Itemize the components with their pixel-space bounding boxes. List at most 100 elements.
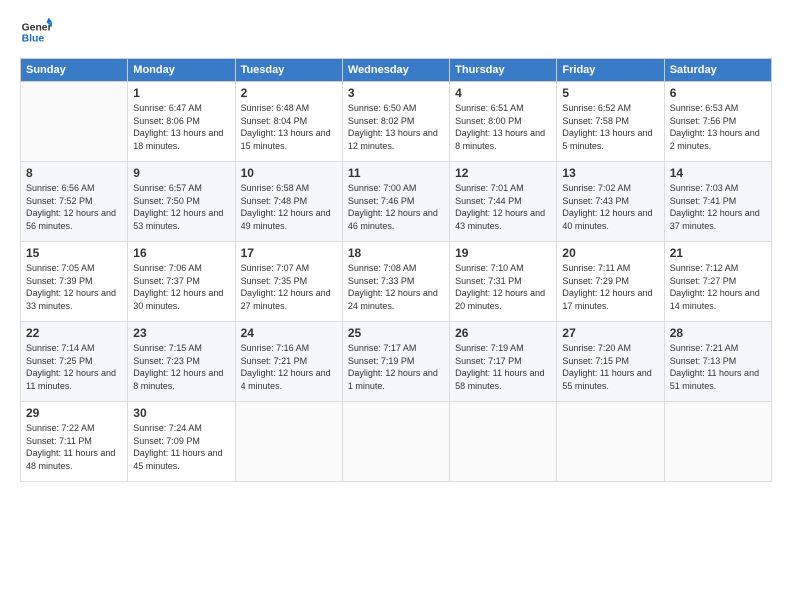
header: General Blue [20, 16, 772, 48]
calendar-cell: 30 Sunrise: 7:24 AMSunset: 7:09 PMDayligh… [128, 402, 235, 482]
day-info: Sunrise: 7:22 AMSunset: 7:11 PMDaylight:… [26, 422, 122, 472]
page: General Blue SundayMondayTuesdayWednesda… [0, 0, 792, 612]
day-number: 3 [348, 86, 444, 100]
calendar-cell: 13 Sunrise: 7:02 AMSunset: 7:43 PMDayligh… [557, 162, 664, 242]
day-info: Sunrise: 7:19 AMSunset: 7:17 PMDaylight:… [455, 342, 551, 392]
day-info: Sunrise: 7:06 AMSunset: 7:37 PMDaylight:… [133, 262, 229, 312]
day-info: Sunrise: 7:16 AMSunset: 7:21 PMDaylight:… [241, 342, 337, 392]
day-number: 12 [455, 166, 551, 180]
day-info: Sunrise: 7:17 AMSunset: 7:19 PMDaylight:… [348, 342, 444, 392]
calendar-cell: 19Sunrise: 7:10 AMSunset: 7:31 PMDayligh… [450, 242, 557, 322]
calendar-table: SundayMondayTuesdayWednesdayThursdayFrid… [20, 58, 772, 482]
day-info: Sunrise: 6:58 AMSunset: 7:48 PMDaylight:… [241, 182, 337, 232]
calendar-cell: 29 Sunrise: 7:22 AMSunset: 7:11 PMDayligh… [21, 402, 128, 482]
day-number: 18 [348, 246, 444, 260]
day-info: Sunrise: 7:14 AMSunset: 7:25 PMDaylight:… [26, 342, 122, 392]
column-headers: SundayMondayTuesdayWednesdayThursdayFrid… [21, 59, 772, 82]
day-number: 28 [670, 326, 766, 340]
day-number: 10 [241, 166, 337, 180]
day-info: Sunrise: 7:20 AMSunset: 7:15 PMDaylight:… [562, 342, 658, 392]
calendar-cell: 12 Sunrise: 7:01 AMSunset: 7:44 PMDayligh… [450, 162, 557, 242]
day-number: 27 [562, 326, 658, 340]
day-info: Sunrise: 7:02 AMSunset: 7:43 PMDaylight:… [562, 182, 658, 232]
col-header-sunday: Sunday [21, 59, 128, 82]
calendar-cell: 26 Sunrise: 7:19 AMSunset: 7:17 PMDayligh… [450, 322, 557, 402]
calendar-cell [342, 402, 449, 482]
col-header-friday: Friday [557, 59, 664, 82]
day-info: Sunrise: 7:00 AMSunset: 7:46 PMDaylight:… [348, 182, 444, 232]
calendar-cell: 24Sunrise: 7:16 AMSunset: 7:21 PMDayligh… [235, 322, 342, 402]
calendar-cell: 20 Sunrise: 7:11 AMSunset: 7:29 PMDayligh… [557, 242, 664, 322]
day-info: Sunrise: 6:51 AMSunset: 8:00 PMDaylight:… [455, 102, 551, 152]
day-info: Sunrise: 7:21 AMSunset: 7:13 PMDaylight:… [670, 342, 766, 392]
calendar-cell: 3 Sunrise: 6:50 AMSunset: 8:02 PMDaylight… [342, 82, 449, 162]
calendar-cell: 17Sunrise: 7:07 AMSunset: 7:35 PMDayligh… [235, 242, 342, 322]
day-number: 13 [562, 166, 658, 180]
day-info: Sunrise: 6:56 AMSunset: 7:52 PMDaylight:… [26, 182, 122, 232]
calendar-cell: 21 Sunrise: 7:12 AMSunset: 7:27 PMDayligh… [664, 242, 771, 322]
calendar-cell [450, 402, 557, 482]
day-info: Sunrise: 7:01 AMSunset: 7:44 PMDaylight:… [455, 182, 551, 232]
day-info: Sunrise: 7:12 AMSunset: 7:27 PMDaylight:… [670, 262, 766, 312]
day-number: 20 [562, 246, 658, 260]
day-info: Sunrise: 7:15 AMSunset: 7:23 PMDaylight:… [133, 342, 229, 392]
day-number: 5 [562, 86, 658, 100]
calendar-cell: 11 Sunrise: 7:00 AMSunset: 7:46 PMDayligh… [342, 162, 449, 242]
calendar-body: 1 Sunrise: 6:47 AMSunset: 8:06 PMDaylight… [21, 82, 772, 482]
day-info: Sunrise: 7:24 AMSunset: 7:09 PMDaylight:… [133, 422, 229, 472]
day-info: Sunrise: 6:48 AMSunset: 8:04 PMDaylight:… [241, 102, 337, 152]
day-info: Sunrise: 6:52 AMSunset: 7:58 PMDaylight:… [562, 102, 658, 152]
day-info: Sunrise: 7:05 AMSunset: 7:39 PMDaylight:… [26, 262, 122, 312]
day-number: 30 [133, 406, 229, 420]
calendar-week-2: 8 Sunrise: 6:56 AMSunset: 7:52 PMDaylight… [21, 162, 772, 242]
calendar-cell: 15Sunrise: 7:05 AMSunset: 7:39 PMDayligh… [21, 242, 128, 322]
calendar-week-1: 1 Sunrise: 6:47 AMSunset: 8:06 PMDaylight… [21, 82, 772, 162]
calendar-week-5: 29 Sunrise: 7:22 AMSunset: 7:11 PMDayligh… [21, 402, 772, 482]
col-header-tuesday: Tuesday [235, 59, 342, 82]
day-number: 21 [670, 246, 766, 260]
calendar-cell: 10 Sunrise: 6:58 AMSunset: 7:48 PMDayligh… [235, 162, 342, 242]
logo-icon: General Blue [20, 16, 52, 48]
day-info: Sunrise: 6:57 AMSunset: 7:50 PMDaylight:… [133, 182, 229, 232]
day-info: Sunrise: 6:47 AMSunset: 8:06 PMDaylight:… [133, 102, 229, 152]
day-info: Sunrise: 6:50 AMSunset: 8:02 PMDaylight:… [348, 102, 444, 152]
calendar-cell [557, 402, 664, 482]
calendar-cell: 4 Sunrise: 6:51 AMSunset: 8:00 PMDaylight… [450, 82, 557, 162]
calendar-cell: 5 Sunrise: 6:52 AMSunset: 7:58 PMDaylight… [557, 82, 664, 162]
day-number: 4 [455, 86, 551, 100]
day-info: Sunrise: 7:03 AMSunset: 7:41 PMDaylight:… [670, 182, 766, 232]
calendar-cell: 8 Sunrise: 6:56 AMSunset: 7:52 PMDaylight… [21, 162, 128, 242]
day-number: 14 [670, 166, 766, 180]
day-number: 29 [26, 406, 122, 420]
col-header-monday: Monday [128, 59, 235, 82]
day-number: 23 [133, 326, 229, 340]
day-number: 8 [26, 166, 122, 180]
day-number: 26 [455, 326, 551, 340]
col-header-saturday: Saturday [664, 59, 771, 82]
calendar-cell: 28 Sunrise: 7:21 AMSunset: 7:13 PMDayligh… [664, 322, 771, 402]
day-number: 6 [670, 86, 766, 100]
svg-text:General: General [22, 22, 52, 33]
calendar-cell: 2 Sunrise: 6:48 AMSunset: 8:04 PMDaylight… [235, 82, 342, 162]
day-number: 16 [133, 246, 229, 260]
day-info: Sunrise: 7:11 AMSunset: 7:29 PMDaylight:… [562, 262, 658, 312]
day-number: 9 [133, 166, 229, 180]
day-number: 1 [133, 86, 229, 100]
logo: General Blue [20, 16, 52, 48]
day-info: Sunrise: 7:08 AMSunset: 7:33 PMDaylight:… [348, 262, 444, 312]
calendar-cell [235, 402, 342, 482]
calendar-cell: 27 Sunrise: 7:20 AMSunset: 7:15 PMDayligh… [557, 322, 664, 402]
calendar-week-3: 15Sunrise: 7:05 AMSunset: 7:39 PMDayligh… [21, 242, 772, 322]
calendar-cell: 25Sunrise: 7:17 AMSunset: 7:19 PMDayligh… [342, 322, 449, 402]
calendar-cell: 23 Sunrise: 7:15 AMSunset: 7:23 PMDayligh… [128, 322, 235, 402]
day-info: Sunrise: 6:53 AMSunset: 7:56 PMDaylight:… [670, 102, 766, 152]
calendar-cell: 1 Sunrise: 6:47 AMSunset: 8:06 PMDaylight… [128, 82, 235, 162]
day-number: 17 [241, 246, 337, 260]
col-header-wednesday: Wednesday [342, 59, 449, 82]
calendar-cell: 18 Sunrise: 7:08 AMSunset: 7:33 PMDayligh… [342, 242, 449, 322]
calendar-cell: 16 Sunrise: 7:06 AMSunset: 7:37 PMDayligh… [128, 242, 235, 322]
day-number: 11 [348, 166, 444, 180]
col-header-thursday: Thursday [450, 59, 557, 82]
day-number: 2 [241, 86, 337, 100]
calendar-cell: 9 Sunrise: 6:57 AMSunset: 7:50 PMDaylight… [128, 162, 235, 242]
